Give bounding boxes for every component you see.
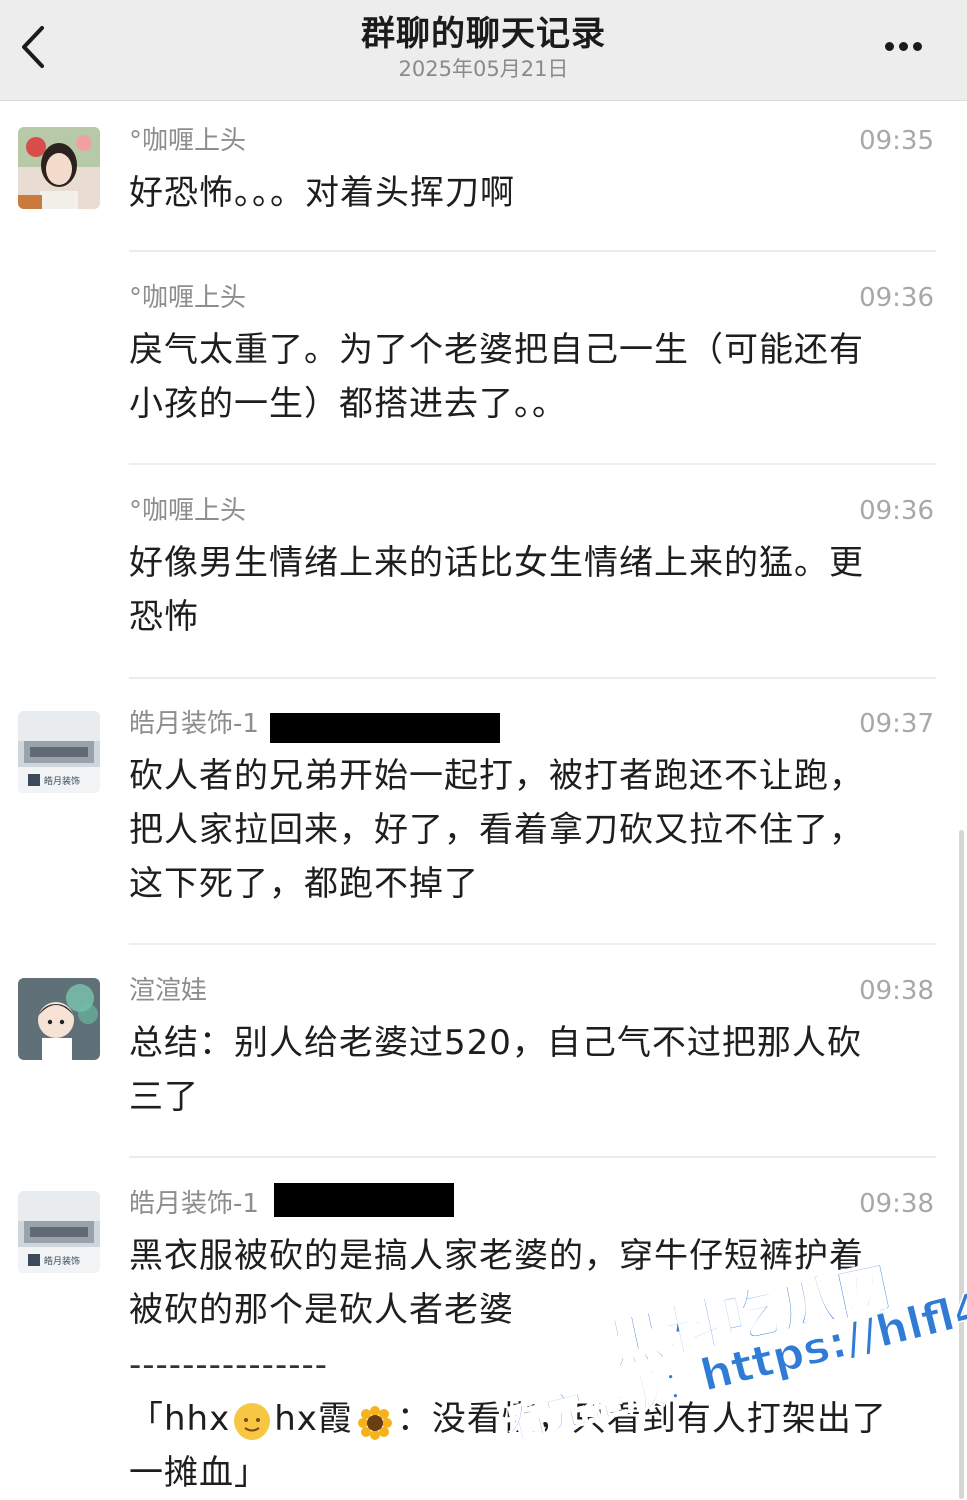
message-text: 戾气太重了。为了个老婆把自己一生（可能还有 小孩的一生）都搭进去了。。 [129,323,929,431]
message-time: 09:36 [859,496,934,526]
sunflower-emoji-icon [357,1403,393,1440]
quote-line: 一摊血」 [129,1453,269,1493]
message-line: 恐怖 [129,597,199,637]
quote-separator: --------------- [129,1345,329,1385]
chat-history-header: 群聊的聊天记录 2025年05月21日 [0,0,967,101]
scrollbar[interactable] [959,830,964,1499]
message-line: 好恐怖。。。对着头挥刀啊 [129,173,515,213]
message-line: 三了 [129,1077,199,1117]
message-line: 这下死了，都跑不掉了 [129,864,479,904]
avatar-brand-label: 皓月装饰 [44,1255,80,1267]
page-title: 群聊的聊天记录 [361,14,606,54]
message-line: 砍人者的兄弟开始一起打，被打者跑还不让跑， [129,756,864,796]
message-time: 09:38 [859,1189,934,1219]
divider [129,1156,936,1158]
sender-name: 渲渲娃 [129,976,208,1006]
message-line: 小孩的一生）都搭进去了。。 [129,384,567,424]
message-line: 总结：别人给老婆过520，自己气不过把那人砍 [129,1023,862,1063]
sender-name: °咖喱上头 [129,283,247,313]
divider [129,677,936,679]
message-time: 09:37 [859,709,934,739]
message-line: 把人家拉回来，好了，看着拿刀砍又拉不住了， [129,810,864,850]
avatar-brand-label: 皓月装饰 [44,775,80,787]
chat-date: 2025年05月21日 [398,57,569,81]
message-line: 戾气太重了。为了个老婆把自己一生（可能还有 [129,330,864,370]
message-time: 09:35 [859,126,934,156]
divider [129,463,936,465]
message-text: 砍人者的兄弟开始一起打，被打者跑还不让跑， 把人家拉回来，好了，看着拿刀砍又拉不… [129,749,929,911]
redaction-bar [270,713,500,743]
sender-name: °咖喱上头 [129,496,247,526]
avatar[interactable] [18,127,100,209]
divider [129,250,936,252]
message-text: 好像男生情绪上来的话比女生情绪上来的猛。更 恐怖 [129,536,929,644]
sender-name: 皓月装饰-1 [129,709,259,739]
sender-name: 皓月装饰-1 [129,1189,259,1219]
message-line: 好像男生情绪上来的话比女生情绪上来的猛。更 [129,543,864,583]
divider [129,943,936,945]
message-time: 09:36 [859,283,934,313]
avatar[interactable] [18,978,100,1060]
smiley-emoji-icon [234,1402,271,1440]
message-time: 09:38 [859,976,934,1006]
message-text: 好恐怖。。。对着头挥刀啊 [129,166,929,220]
more-options-icon[interactable] [885,36,931,60]
avatar[interactable]: 皓月装饰 [18,1191,100,1273]
quote-middle: hx霞 [274,1399,353,1439]
quote-prefix: 「hhx [129,1399,231,1439]
sender-name: °咖喱上头 [129,126,247,156]
message-text: 总结：别人给老婆过520，自己气不过把那人砍 三了 [129,1016,929,1124]
avatar[interactable]: 皓月装饰 [18,711,100,793]
redaction-bar [274,1183,454,1217]
header-title-group: 群聊的聊天记录 2025年05月21日 [0,12,967,82]
